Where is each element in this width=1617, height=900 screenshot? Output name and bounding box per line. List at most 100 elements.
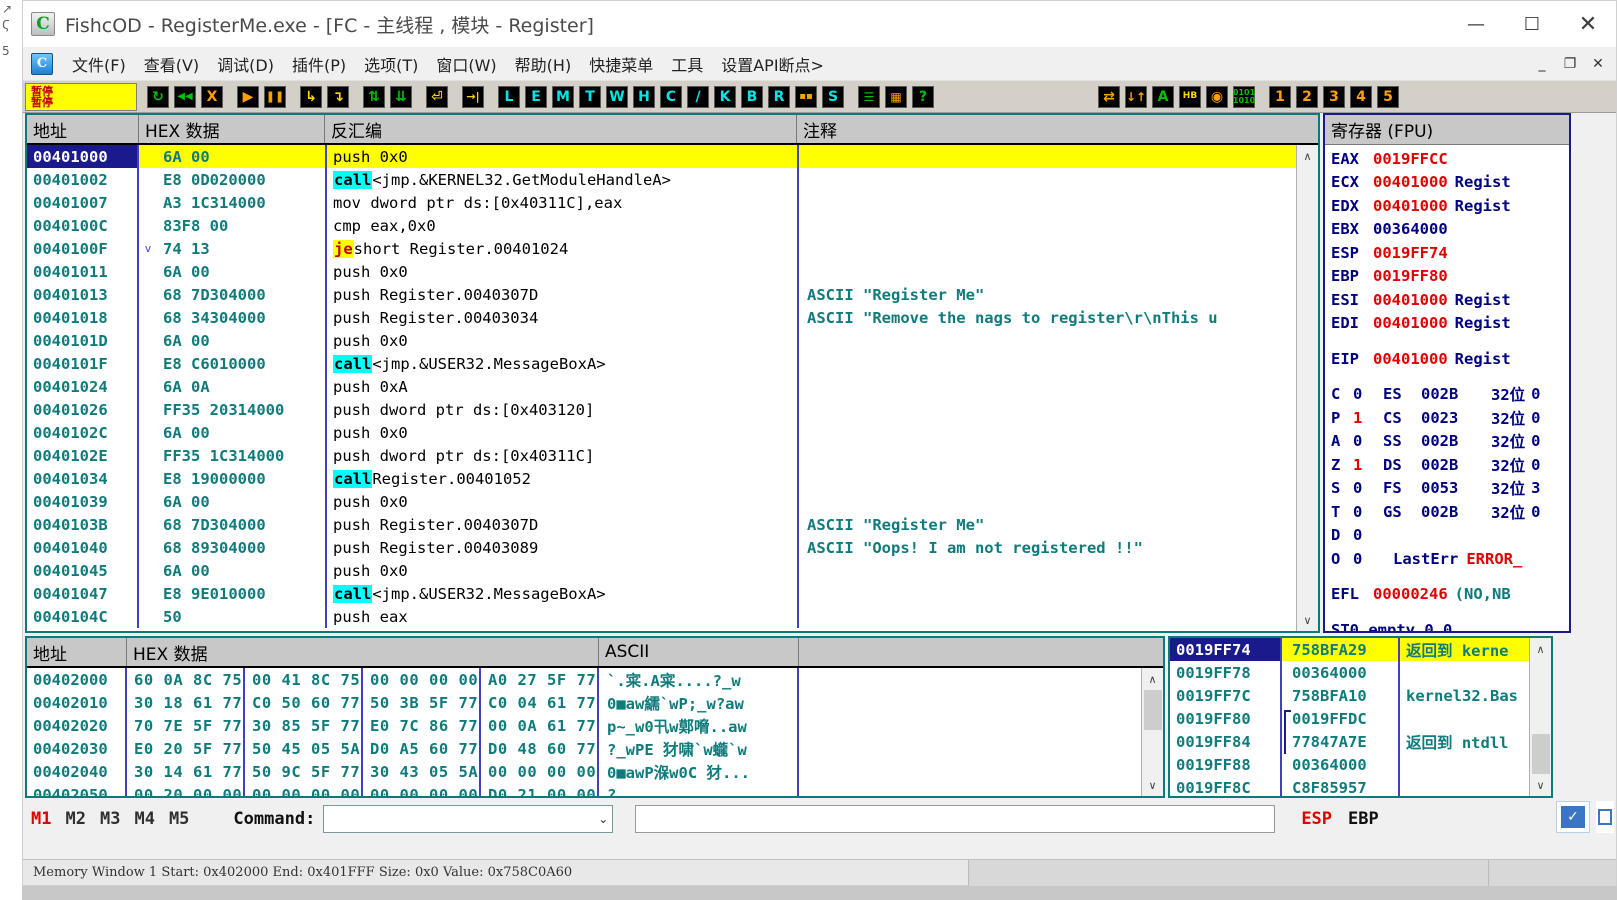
- execute-till-return-button[interactable]: ⏎: [424, 82, 450, 111]
- registers-body[interactable]: EAX 0019FFCC ECX 00401000 Regist EDX 00401000 R…: [1325, 145, 1569, 631]
- flag-row[interactable]: A 0 SS 002B 32位 0: [1331, 430, 1569, 454]
- references-button[interactable]: R: [766, 82, 792, 111]
- rewind-button[interactable]: ◀◀: [172, 82, 198, 111]
- disassembly-row[interactable]: 00401000 6A 00 push 0x0: [27, 145, 1296, 168]
- column-header-comment[interactable]: 注释: [797, 115, 1318, 143]
- menu-item-tools[interactable]: 工具: [662, 50, 712, 78]
- minimize-button[interactable]: —: [1448, 1, 1504, 47]
- stack-row[interactable]: 0019FF74 758BFA29 返回到 kerne: [1170, 638, 1529, 661]
- stack-scroll-thumb[interactable]: [1531, 734, 1550, 774]
- terminate-button[interactable]: X: [199, 82, 225, 111]
- memory-slot-5-button[interactable]: 5: [1375, 82, 1401, 111]
- disassembly-row[interactable]: 00401024 6A 0A push 0xA: [27, 375, 1296, 398]
- restart-button[interactable]: ↻: [145, 82, 171, 111]
- command-output-field[interactable]: [635, 805, 1276, 833]
- disassembly-row[interactable]: 0040101D 6A 00 push 0x0: [27, 329, 1296, 352]
- column-header-hex[interactable]: HEX 数据: [139, 115, 325, 143]
- disassembly-row[interactable]: 0040102C 6A 00 push 0x0: [27, 421, 1296, 444]
- stack-rows[interactable]: 0019FF74 758BFA29 返回到 kerne 0019FF78 0036400…: [1170, 638, 1529, 796]
- handles-button[interactable]: H: [631, 82, 657, 111]
- flag-row[interactable]: P 1 CS 0023 32位 0: [1331, 406, 1569, 430]
- menu-item-api-breakpoint[interactable]: 设置API断点>: [712, 50, 833, 78]
- dump-row[interactable]: 00402040 30 14 61 77 50 9C 5F 77 30 43 05 5…: [27, 760, 1141, 783]
- dump-scroll-up-icon[interactable]: ∧: [1141, 668, 1163, 690]
- modules-button[interactable]: E: [523, 82, 549, 111]
- register-row-eip[interactable]: EIP 00401000 Regist: [1331, 347, 1569, 371]
- stack-row[interactable]: 0019FF84 77847A7E 返回到 ntdll: [1170, 730, 1529, 753]
- disassembly-row[interactable]: 0040104C 50 push eax: [27, 605, 1296, 628]
- binary-button[interactable]: 0101 1010: [1231, 82, 1257, 111]
- disassembly-row[interactable]: 00401040 68 89304000 push Register.0040308…: [27, 536, 1296, 559]
- memory-slot-m3[interactable]: M3: [100, 809, 120, 829]
- fpu-st0-row[interactable]: ST0 empty 0.0: [1331, 618, 1569, 631]
- dump-rows[interactable]: 00402000 60 0A 8C 75 00 41 8C 75 00 00 00 0…: [27, 668, 1141, 796]
- run-button[interactable]: ▶: [235, 82, 261, 111]
- menu-item-file[interactable]: 文件(F): [63, 50, 135, 78]
- disassembly-row[interactable]: 0040100F v 74 13 je short Register.00401024: [27, 237, 1296, 260]
- disassembly-row[interactable]: 0040102E FF35 1C314000 push dword ptr ds:[…: [27, 444, 1296, 467]
- disassembly-row[interactable]: 00401026 FF35 20314000 push dword ptr ds:[…: [27, 398, 1296, 421]
- disassembly-row[interactable]: 00401039 6A 00 push 0x0: [27, 490, 1296, 513]
- options-button[interactable]: ☰: [856, 82, 882, 111]
- column-header-address[interactable]: 地址: [27, 115, 139, 143]
- scroll-up-icon[interactable]: ∧: [1296, 145, 1318, 167]
- mdi-close-button[interactable]: ✕: [1584, 49, 1612, 79]
- stack-scroll-up-icon[interactable]: ∧: [1529, 638, 1551, 660]
- log-window-button[interactable]: L: [496, 82, 522, 111]
- register-row[interactable]: EBX 00364000: [1331, 218, 1569, 242]
- stack-row[interactable]: 0019FF8C C8F85957: [1170, 776, 1529, 796]
- dump-column-header-ascii[interactable]: ASCII: [599, 638, 799, 666]
- disassembly-row[interactable]: 00401002 E8 0D020000 call <jmp.&KERNEL32.G…: [27, 168, 1296, 191]
- scroll-track[interactable]: [1296, 167, 1318, 609]
- column-header-disassembly[interactable]: 反汇编: [325, 115, 797, 143]
- memory-slot-2-button[interactable]: 2: [1294, 82, 1320, 111]
- dump-column-header-address[interactable]: 地址: [27, 638, 127, 666]
- ascii-button[interactable]: A: [1150, 82, 1176, 111]
- disassembly-row[interactable]: 0040100C 83F8 00 cmp eax,0x0: [27, 214, 1296, 237]
- register-row[interactable]: EDI 00401000 Regist: [1331, 312, 1569, 336]
- dump-row[interactable]: 00402000 60 0A 8C 75 00 41 8C 75 00 00 00 0…: [27, 668, 1141, 691]
- command-combobox[interactable]: ⌄: [323, 805, 614, 833]
- stack-row[interactable]: 0019FF7C 758BFA10 kernel32.Bas: [1170, 684, 1529, 707]
- menu-item-help[interactable]: 帮助(H): [506, 50, 581, 78]
- memory-slot-m5[interactable]: M5: [169, 809, 189, 829]
- menu-item-view[interactable]: 查看(V): [135, 50, 208, 78]
- dump-scroll-thumb[interactable]: [1143, 690, 1162, 730]
- register-row[interactable]: EAX 0019FFCC: [1331, 147, 1569, 171]
- step-over-button[interactable]: ↴: [325, 82, 351, 111]
- disassembly-scrollbar[interactable]: ∧ ∨: [1296, 145, 1318, 631]
- menu-item-plugins[interactable]: 插件(P): [283, 50, 355, 78]
- memory-slot-m2[interactable]: M2: [65, 809, 85, 829]
- menu-item-shortcut-menu[interactable]: 快捷菜单: [580, 50, 662, 78]
- disassembly-row[interactable]: 00401034 E8 19000000 call Register.0040105…: [27, 467, 1296, 490]
- ebp-button[interactable]: EBP: [1348, 809, 1379, 829]
- register-row[interactable]: ESP 0019FF74: [1331, 241, 1569, 265]
- disassembly-row[interactable]: 00401011 6A 00 push 0x0: [27, 260, 1296, 283]
- stack-scrollbar[interactable]: ∧ ∨: [1529, 638, 1551, 796]
- step-into-button[interactable]: ↳: [298, 82, 324, 111]
- register-row[interactable]: EBP 0019FF80: [1331, 265, 1569, 289]
- register-row[interactable]: ESI 00401000 Regist: [1331, 288, 1569, 312]
- flag-row[interactable]: S 0 FS 0053 32位 3: [1331, 477, 1569, 501]
- memory-map-button[interactable]: M: [550, 82, 576, 111]
- stack-scroll-down-icon[interactable]: ∨: [1529, 774, 1551, 796]
- windows-button[interactable]: W: [604, 82, 630, 111]
- disassembly-row[interactable]: 00401018 68 34304000 push Register.0040303…: [27, 306, 1296, 329]
- memory-slot-m4[interactable]: M4: [134, 809, 154, 829]
- cpu-button[interactable]: C: [658, 82, 684, 111]
- disassembly-row[interactable]: 0040101F E8 C6010000 call <jmp.&USER32.Mes…: [27, 352, 1296, 375]
- flag-row[interactable]: O 0 LastErr ERROR_: [1331, 547, 1569, 571]
- source-button[interactable]: S: [820, 82, 846, 111]
- menu-item-debug[interactable]: 调试(D): [208, 50, 283, 78]
- goto-button[interactable]: →|: [460, 82, 486, 111]
- appearance-button[interactable]: ▦: [883, 82, 909, 111]
- mdi-minimize-button[interactable]: _: [1528, 49, 1556, 79]
- threads-button[interactable]: T: [577, 82, 603, 111]
- dump-scroll-down-icon[interactable]: ∨: [1141, 774, 1163, 796]
- menu-item-options[interactable]: 选项(T): [355, 50, 427, 78]
- dump-scrollbar[interactable]: ∧ ∨: [1141, 668, 1163, 796]
- mdi-child-icon[interactable]: C: [31, 52, 53, 75]
- command-input[interactable]: [328, 810, 599, 828]
- mdi-restore-button[interactable]: ❐: [1556, 49, 1584, 79]
- disassembly-row[interactable]: 00401045 6A 00 push 0x0: [27, 559, 1296, 582]
